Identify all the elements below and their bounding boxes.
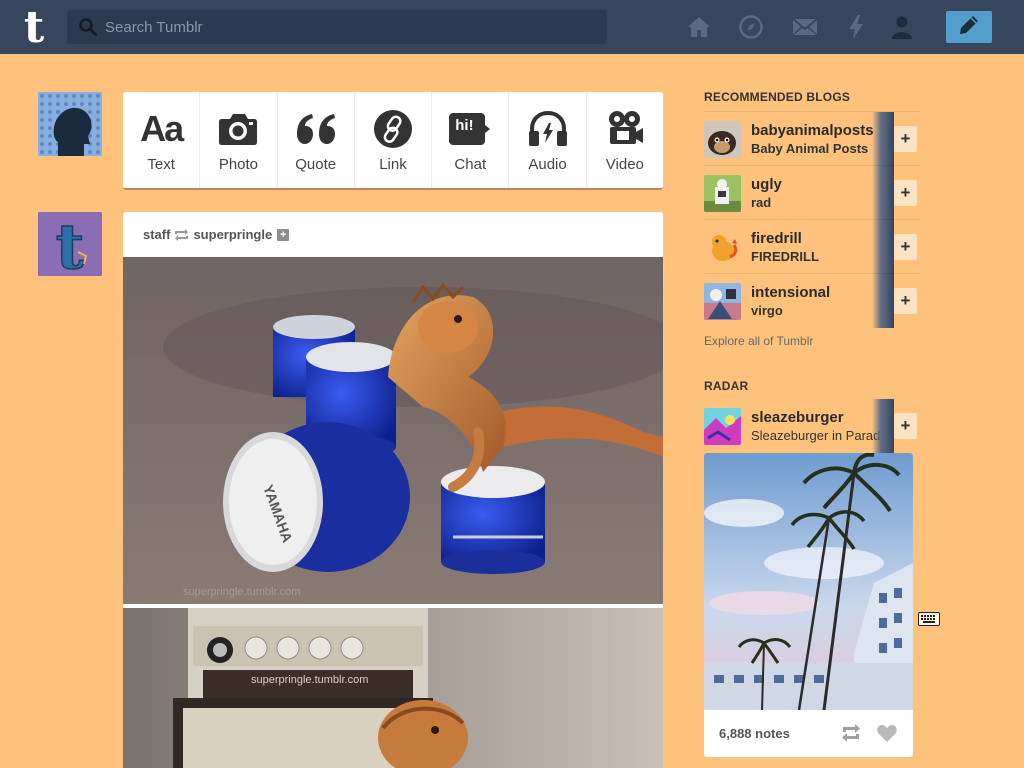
follow-blog-button[interactable]: + (894, 234, 917, 260)
recommended-blog-row[interactable]: intensional virgo + (704, 273, 920, 328)
follow-blog-button[interactable]: + (894, 126, 917, 152)
recommended-blogs-title: RECOMMENDED BLOGS (704, 90, 851, 104)
blog-name[interactable]: babyanimalposts (751, 122, 874, 139)
camera-icon (218, 108, 258, 150)
chat-bubble-icon: hi! (449, 108, 491, 150)
blog-name[interactable]: firedrill (751, 230, 802, 247)
blog-title: virgo (751, 303, 783, 318)
row-fade (872, 166, 894, 220)
svg-text:superpringle.tumblr.com: superpringle.tumblr.com (183, 586, 300, 598)
keyboard-shortcuts-icon[interactable] (918, 612, 940, 631)
recommended-blog-row[interactable]: firedrill FIREDRILL + (704, 219, 920, 274)
post-type-label: Quote (295, 155, 337, 173)
post-photo-amp[interactable]: superpringle.tumblr.com (123, 608, 663, 768)
user-avatar[interactable] (38, 92, 102, 156)
explore-all-link[interactable]: Explore all of Tumblr (704, 334, 813, 348)
post-type-audio[interactable]: Audio (509, 92, 587, 188)
account-person-icon[interactable] (889, 14, 915, 40)
post-type-label: Audio (528, 155, 567, 173)
blog-title: rad (751, 195, 772, 210)
link-icon (373, 108, 412, 150)
svg-text:superpringle.tumblr.com: superpringle.tumblr.com (251, 674, 368, 686)
inbox-mail-icon[interactable] (792, 14, 818, 40)
radar-title: RADAR (704, 379, 749, 393)
blog-avatar[interactable] (704, 121, 741, 158)
post-type-label: Photo (218, 155, 259, 173)
video-camera-icon (606, 108, 644, 150)
blog-avatar[interactable] (704, 175, 741, 212)
follow-blog-button[interactable]: + (894, 180, 917, 206)
search-box[interactable] (67, 10, 607, 44)
row-fade (872, 112, 894, 166)
radar-photo[interactable] (704, 453, 913, 710)
post-type-photo[interactable]: Photo (200, 92, 278, 188)
radar-blog-row[interactable]: sleazeburger Sleazeburger in Paradise + (704, 399, 920, 453)
post-type-link[interactable]: Link (355, 92, 433, 188)
svg-text:t: t (56, 212, 85, 276)
explore-compass-icon[interactable] (738, 14, 764, 40)
post-type-label: Chat (454, 155, 487, 173)
pencil-icon (958, 14, 980, 41)
radar-post-card: 6,888 notes (704, 453, 913, 757)
follow-blog-button[interactable]: + (894, 288, 917, 314)
text-aa-icon: Aa (140, 107, 184, 149)
recommended-blog-row[interactable]: ugly rad + (704, 165, 920, 220)
radar-post-footer: 6,888 notes (704, 710, 913, 757)
quote-icon (295, 108, 337, 150)
blog-avatar[interactable] (704, 229, 741, 266)
activity-lightning-icon[interactable] (843, 14, 869, 40)
post-type-video[interactable]: Video (587, 92, 663, 188)
tumblr-logo[interactable]: t (14, 2, 54, 53)
search-icon (79, 18, 97, 41)
post-type-text[interactable]: Aa Text (123, 92, 201, 188)
post-type-label: Link (379, 155, 407, 173)
dashboard-post: staff superpringle + YAMAHA superpringle… (123, 212, 663, 768)
follow-blog-button[interactable]: + (894, 413, 917, 439)
follow-button[interactable]: + (277, 228, 290, 241)
blog-avatar[interactable] (704, 283, 741, 320)
blog-title: Sleazeburger in Paradise (751, 428, 891, 443)
blog-name[interactable]: ugly (751, 176, 782, 193)
post-type-bar: Aa Text Photo Quote Link hi! Chat Audio (123, 92, 663, 190)
top-navigation-bar: t (0, 0, 1024, 54)
blog-name[interactable]: intensional (751, 284, 830, 301)
staff-avatar[interactable]: t (38, 212, 102, 276)
headphones-icon (528, 108, 568, 150)
home-icon[interactable] (686, 14, 712, 40)
recommended-blog-row[interactable]: babyanimalposts Baby Animal Posts + (704, 111, 920, 166)
reblog-icon[interactable] (841, 724, 861, 747)
post-type-chat[interactable]: hi! Chat (432, 92, 510, 188)
reblog-source-link[interactable]: superpringle (193, 227, 272, 242)
row-fade (872, 399, 894, 453)
row-fade (872, 220, 894, 274)
post-type-label: Video (605, 155, 644, 173)
blog-title: FIREDRILL (751, 249, 819, 264)
svg-text:t: t (24, 6, 45, 48)
row-fade (872, 274, 894, 328)
post-type-label: Text (147, 155, 175, 173)
compose-button[interactable] (946, 11, 992, 43)
blog-avatar[interactable] (704, 408, 741, 445)
like-heart-icon[interactable] (877, 724, 897, 747)
blog-title: Baby Animal Posts (751, 141, 869, 156)
post-type-quote[interactable]: Quote (278, 92, 355, 188)
blog-name[interactable]: sleazeburger (751, 409, 844, 426)
post-author-link[interactable]: staff (143, 227, 170, 242)
notes-count[interactable]: 6,888 notes (719, 726, 790, 741)
search-input[interactable] (105, 10, 595, 44)
post-photo-drums[interactable]: YAMAHA superpringle.tumblr.com (123, 257, 663, 604)
reblog-icon (174, 228, 189, 241)
post-header: staff superpringle + (123, 212, 663, 257)
